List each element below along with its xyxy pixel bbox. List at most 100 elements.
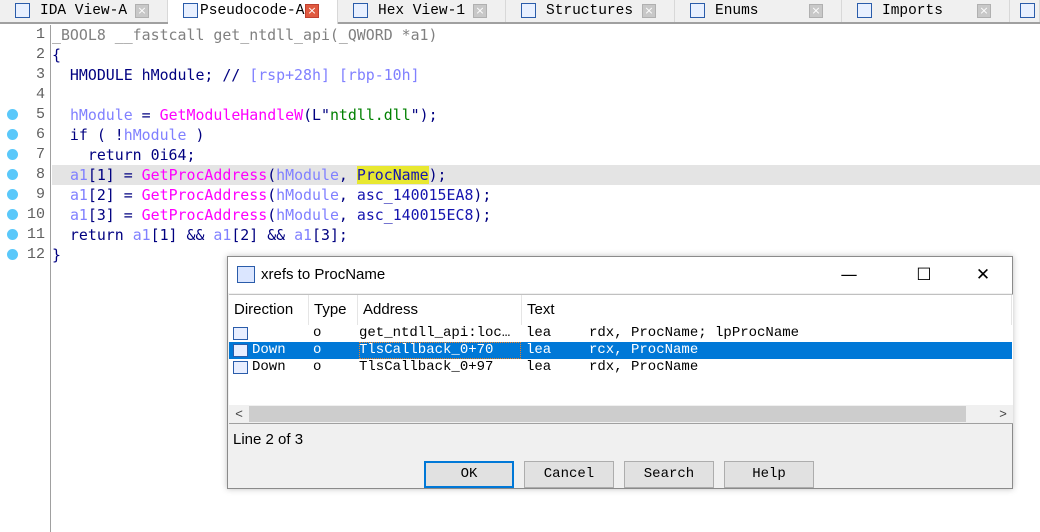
tab-close-icon[interactable]: × [305,4,319,18]
line-gutter: 1 2 3 4 5 6 7 8 9 10 11 12 [0,25,51,532]
table-row[interactable]: Down o TlsCallback_0+70 lea rcx, ProcName [229,342,1012,359]
code-token: GetModuleHandleW [159,106,304,124]
xrefs-icon [237,266,255,283]
tab-close-icon[interactable]: × [473,4,487,18]
code-token: [1] && [150,226,214,244]
code-token: a1 [69,186,88,204]
pseudocode-icon [183,3,198,18]
scrollbar-thumb[interactable] [249,406,966,422]
code-token: return [52,226,133,244]
column-header-address[interactable]: Address [358,295,522,325]
status-text: Line 2 of 3 [233,431,304,448]
table-row[interactable]: o get_ntdll_api:loc… lea rdx, ProcName; lpP… [229,325,1012,342]
tab-label: Imports [882,3,943,19]
scroll-right-icon[interactable]: > [993,405,1013,423]
xrefs-list[interactable]: Direction Type Address Text o get_ntdll_a… [229,294,1013,424]
close-button[interactable]: ✕ [960,257,1006,293]
column-header-direction[interactable]: Direction [229,295,309,325]
code-line[interactable]: return 0i64; [52,145,1040,165]
help-button[interactable]: Help [724,461,814,488]
code-token: a1 [213,226,232,244]
line-number: 12 [26,246,45,263]
code-token: a1 [69,206,88,224]
code-line[interactable]: a1[2] = GetProcAddress(hModule, asc_1400… [52,185,1040,205]
mnemonic-cell: lea [526,342,552,358]
tab-close-icon[interactable]: × [642,4,656,18]
ida-view-icon [15,3,30,18]
xref-row-icon [233,344,248,357]
maximize-button[interactable]: ☐ [901,257,947,293]
code-token: asc_140015EC8 [356,206,474,224]
code-token: ) [186,126,205,144]
code-line[interactable]: _BOOL8 __fastcall get_ntdll_api(_QWORD *… [52,25,1040,45]
code-token: hModule [276,166,339,184]
operands-cell: rdx, ProcName; lpProcName [589,325,800,341]
code-token: [2] = [87,186,142,204]
tab-pseudocode-a[interactable]: Pseudocode-A × [168,0,338,24]
tab-hex-view-1[interactable]: Hex View-1 × [338,0,506,22]
code-token: ( [267,166,277,184]
ok-button[interactable]: OK [424,461,514,488]
line-number: 11 [26,226,45,243]
line-number: 2 [35,46,45,63]
tab-close-icon[interactable]: × [135,4,149,18]
code-token: ); [473,186,492,204]
line-number: 5 [35,106,45,123]
code-line[interactable]: a1[3] = GetProcAddress(hModule, asc_1400… [52,205,1040,225]
code-token: a1 [69,166,88,184]
address-cell: TlsCallback_0+97 [359,359,494,375]
tab-structures[interactable]: Structures × [506,0,675,22]
code-token: "); [410,106,438,124]
minimize-button[interactable]: — [826,257,872,293]
tab-ida-view-a[interactable]: IDA View-A × [0,0,168,22]
address-cell: TlsCallback_0+70 [359,342,521,359]
code-token: , [338,206,357,224]
line-number: 4 [35,86,45,103]
code-line[interactable]: HMODULE hModule; // [rsp+28h] [rbp-10h] [52,65,1040,85]
code-line[interactable]: return a1[1] && a1[2] && a1[3]; [52,225,1040,245]
code-token: a1 [294,226,313,244]
tab-label: Structures [546,3,634,19]
tab-imports[interactable]: Imports × [842,0,1010,22]
tab-label: Hex View-1 [378,3,466,19]
tab-overflow[interactable] [1010,0,1040,22]
hex-view-icon [353,3,368,18]
mnemonic-cell: lea [526,359,552,375]
code-token: , [338,166,357,184]
code-token: GetProcAddress [141,186,268,204]
code-line[interactable] [52,85,1040,105]
xrefs-dialog: xrefs to ProcName — ☐ ✕ Direction Type A… [227,256,1013,489]
code-token: [2] && [231,226,295,244]
horizontal-scrollbar[interactable]: < > [229,405,1013,423]
type-cell: o [313,359,322,375]
dialog-titlebar[interactable]: xrefs to ProcName — ☐ ✕ [228,257,1012,293]
code-token: _BOOL8 __fastcall get_ntdll_api(_QWORD *… [52,26,438,44]
code-line[interactable]: if ( !hModule ) [52,125,1040,145]
code-token: asc_140015EA8 [356,186,474,204]
column-header-text[interactable]: Text [522,295,1012,325]
search-button[interactable]: Search [624,461,714,488]
code-token: = [132,106,160,124]
code-token: { [52,46,61,64]
tab-label: IDA View-A [40,3,128,19]
code-line[interactable]: a1[1] = GetProcAddress(hModule, ProcName… [52,165,1040,185]
table-row[interactable]: Down o TlsCallback_0+97 lea rdx, ProcName [229,359,1012,376]
code-token: GetProcAddress [141,166,268,184]
tab-close-icon[interactable]: × [977,4,991,18]
tab-bar: IDA View-A × Pseudocode-A × Hex View-1 × Struc… [0,0,1040,24]
code-token: [rsp+28h] [rbp-10h] [249,66,420,84]
tab-close-icon[interactable]: × [809,4,823,18]
column-header-type[interactable]: Type [309,295,358,325]
code-token: return 0i64; [52,146,196,164]
cancel-button[interactable]: Cancel [524,461,614,488]
code-line[interactable]: hModule = GetModuleHandleW(L"ntdll.dll")… [52,105,1040,125]
tab-enums[interactable]: Enums × [675,0,842,22]
line-number: 6 [35,126,45,143]
code-token: ( [267,186,277,204]
code-line[interactable]: { [52,45,1040,65]
enums-icon [690,3,705,18]
scroll-left-icon[interactable]: < [229,405,249,423]
tab-label: Enums [715,3,759,19]
code-token: a1 [132,226,151,244]
